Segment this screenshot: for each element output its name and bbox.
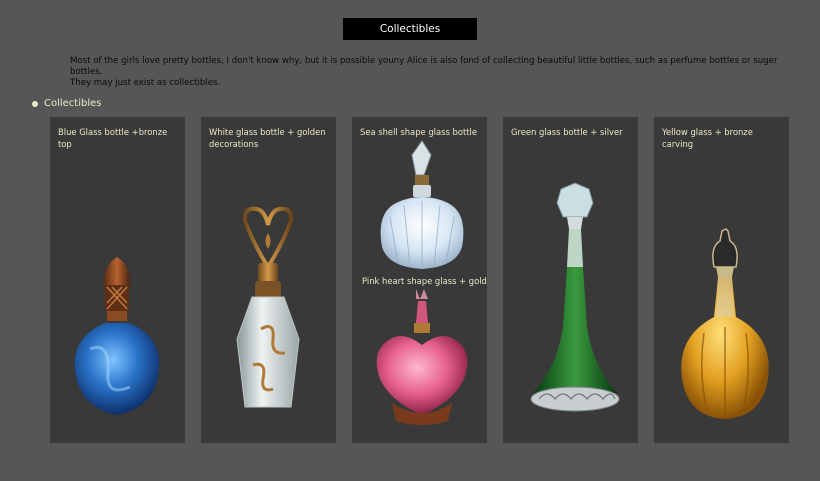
section-label: Collectibles: [44, 98, 102, 109]
card-yellow-glass-bottle: Yellow glass + bronze carving: [654, 117, 789, 443]
page-title: Collectibles: [343, 18, 477, 40]
green-glass-bottle-icon: [530, 182, 620, 412]
intro-line-2: They may just exist as collectibles.: [70, 78, 221, 88]
intro-line-1: Most of the girls love pretty bottles, I…: [70, 56, 778, 77]
card-label: Green glass bottle + silver: [511, 127, 623, 137]
card-label: White glass bottle + golden decorations: [209, 127, 326, 149]
bullet-icon: [32, 100, 38, 107]
card-seashell-bottle: Sea shell shape glass bottle Pink heart …: [352, 117, 487, 443]
intro-text: Most of the girls love pretty bottles, I…: [70, 56, 790, 89]
card-blue-glass-bottle: Blue Glass bottle +bronze top: [50, 117, 185, 443]
card-label: Blue Glass bottle +bronze top: [58, 127, 168, 149]
card-label: Yellow glass + bronze carving: [662, 127, 753, 149]
card-sub-label: Pink heart shape glass + gold: [362, 276, 487, 286]
white-glass-bottle-icon: [236, 206, 300, 408]
section-heading: Collectibles: [32, 98, 102, 109]
yellow-glass-bottle-icon: [681, 228, 769, 419]
card-label: Sea shell shape glass bottle: [360, 127, 477, 137]
card-green-glass-bottle: Green glass bottle + silver: [503, 117, 638, 443]
blue-glass-bottle-icon: [74, 257, 160, 415]
card-white-glass-bottle: White glass bottle + golden decorations: [201, 117, 336, 443]
